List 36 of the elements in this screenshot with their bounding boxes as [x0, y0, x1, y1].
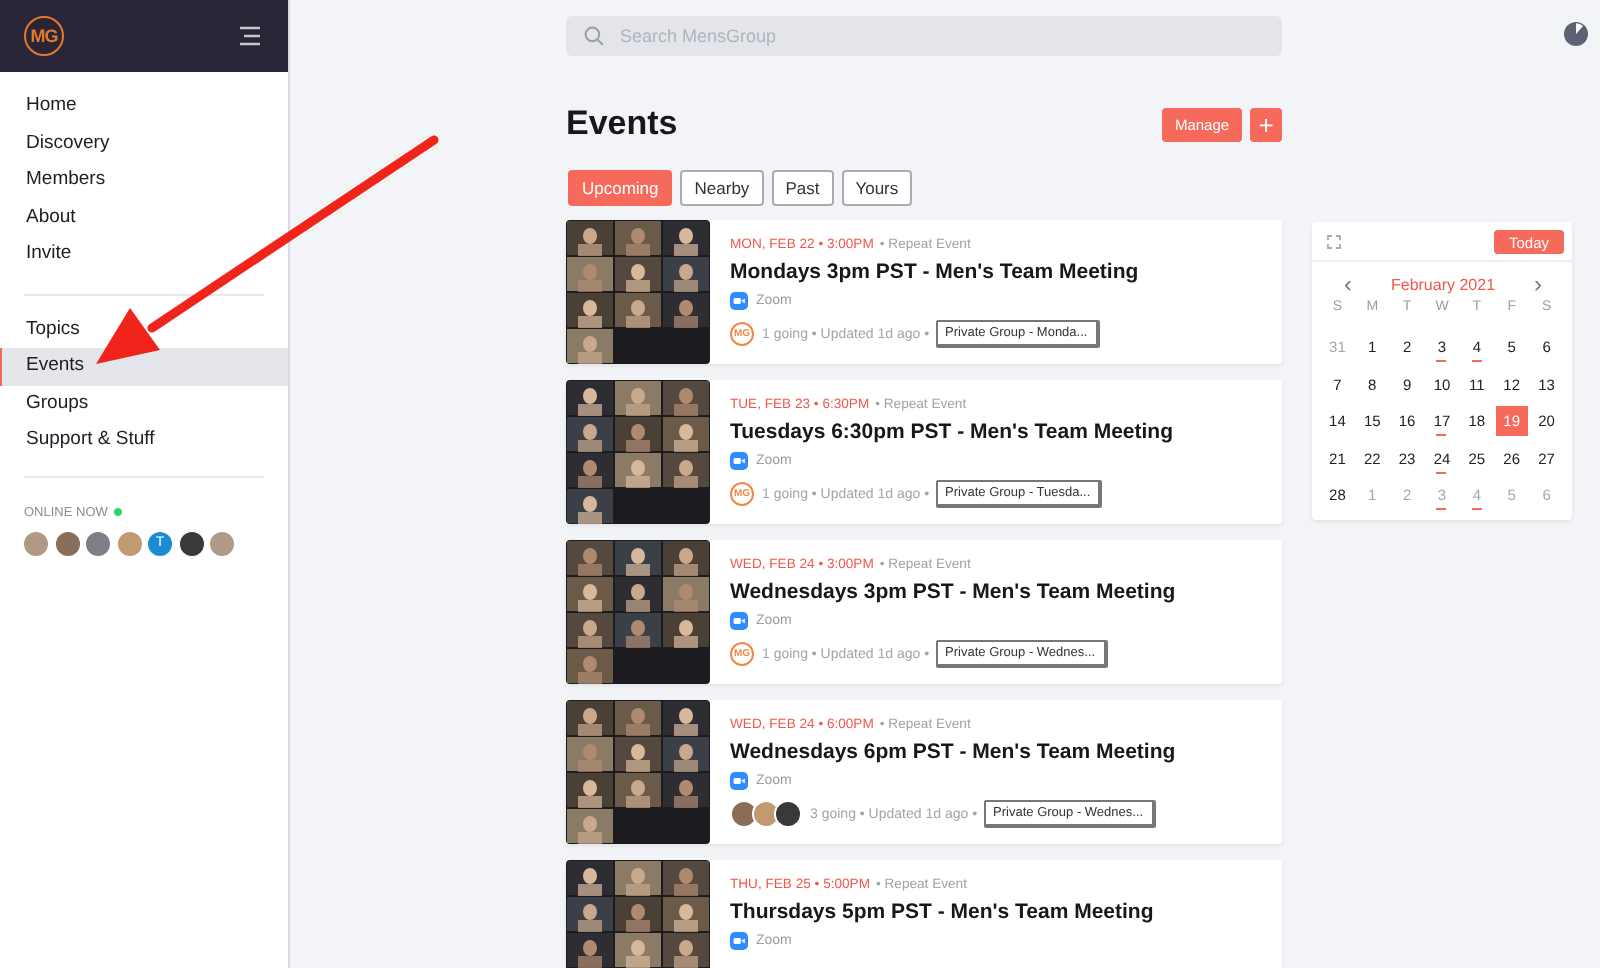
event-title[interactable]: Wednesdays 3pm PST - Men's Team Meeting [730, 580, 1176, 604]
video-camera-icon [730, 292, 748, 310]
nav-item[interactable]: About [0, 199, 288, 236]
nav-item[interactable]: Support & Stuff [0, 422, 288, 459]
page-title: Events [566, 104, 678, 144]
attendee-avatar [730, 800, 758, 828]
event-title[interactable]: Tuesdays 6:30pm PST - Men's Team Meeting [730, 420, 1173, 444]
nav-item[interactable]: Groups [0, 385, 288, 422]
filter-tab[interactable]: Yours [841, 170, 913, 206]
user-avatar[interactable] [179, 531, 203, 555]
nav-item[interactable]: Invite [0, 236, 288, 273]
video-camera-icon [730, 612, 748, 630]
nav-item[interactable]: Events [0, 348, 288, 385]
search-icon [584, 26, 604, 46]
event-title[interactable]: Thursdays 5pm PST - Men's Team Meeting [730, 900, 1154, 924]
month-title: February 2021 [1390, 275, 1496, 293]
video-camera-icon [730, 932, 748, 950]
attendee-avatar [752, 800, 780, 828]
nav-item[interactable]: Members [0, 162, 288, 199]
video-camera-icon [730, 452, 748, 470]
nav-item[interactable]: Discovery [0, 125, 288, 162]
nav-item[interactable]: Topics [0, 311, 288, 348]
menu-icon[interactable] [238, 26, 262, 46]
logo[interactable]: MG [24, 16, 64, 56]
pie-chart-icon[interactable] [1564, 22, 1588, 46]
attendee-avatar [774, 800, 802, 828]
event-title[interactable]: Wednesdays 6pm PST - Men's Team Meeting [730, 740, 1176, 764]
online-status-icon [113, 508, 122, 516]
event-title[interactable]: Mondays 3pm PST - Men's Team Meeting [730, 260, 1139, 284]
nav-item[interactable]: Home [0, 88, 288, 125]
expand-icon[interactable] [1326, 234, 1342, 250]
filter-tab[interactable]: Nearby [680, 170, 764, 206]
video-camera-icon [730, 772, 748, 790]
previous-month-button[interactable]: ‹ [1344, 274, 1352, 294]
filter-tab[interactable]: Past [771, 170, 834, 206]
next-month-button[interactable]: › [1534, 274, 1542, 294]
